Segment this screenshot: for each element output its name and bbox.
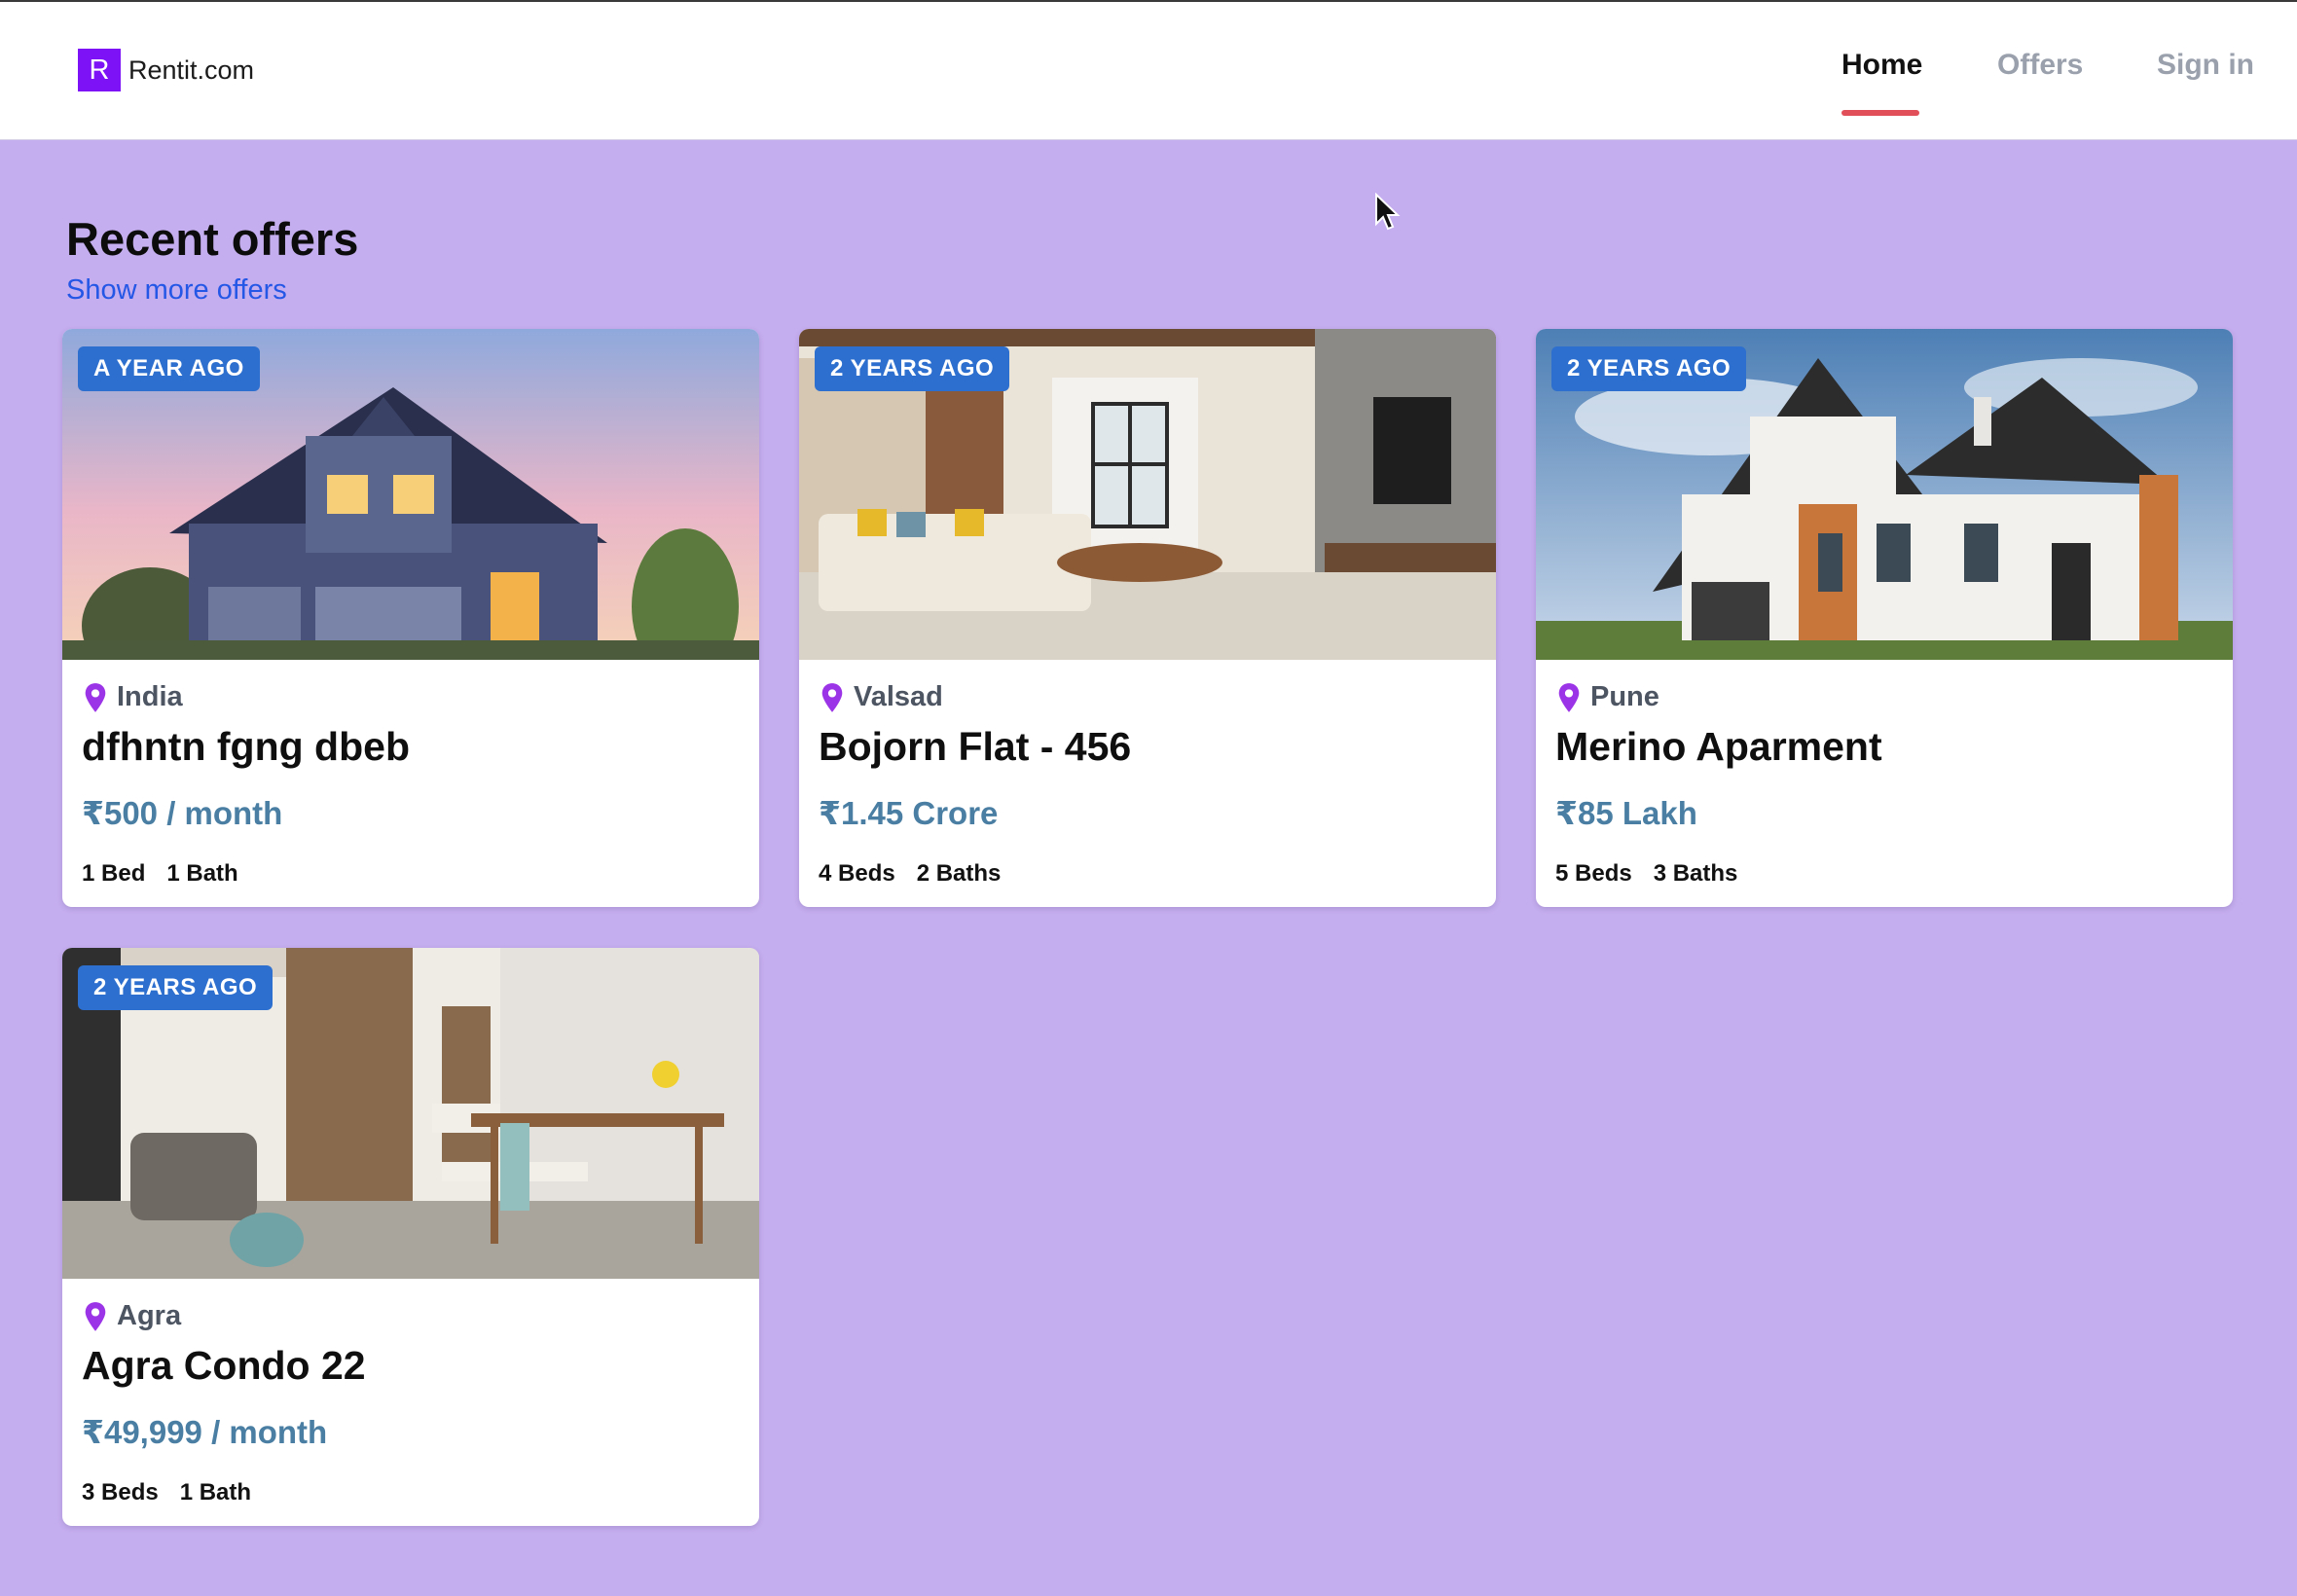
brand-name: Rentit.com [128, 54, 255, 85]
location: Valsad [819, 681, 943, 713]
white-house-image: 2 YEARS AGO [1536, 329, 2233, 660]
location-pin-icon [85, 682, 106, 712]
baths-count: 3 Baths [1653, 860, 1738, 887]
offer-title[interactable]: Merino Aparment [1555, 724, 1882, 770]
logo-badge: R [78, 49, 121, 91]
offer-price: ₹85 Lakh [1555, 795, 1697, 831]
nav-home-link[interactable]: Home [1841, 49, 1922, 82]
offer-card[interactable]: 2 YEARS AGO Agra Agra Condo 22 ₹49,999 /… [62, 948, 759, 1526]
active-nav-indicator [1841, 110, 1919, 116]
location: Pune [1555, 681, 1659, 713]
mouse-cursor-icon [1375, 193, 1401, 231]
nav-signin-link[interactable]: Sign in [2157, 49, 2254, 82]
beds-count: 3 Beds [82, 1479, 159, 1505]
location: India [82, 681, 183, 713]
offer-features: 1 Bed 1 Bath [82, 860, 238, 888]
beds-count: 1 Bed [82, 860, 146, 887]
location-label: Agra [117, 1300, 182, 1331]
location-pin-icon [85, 1301, 106, 1331]
brand-logo[interactable]: R Rentit.com [78, 49, 254, 91]
condo-interior-image: 2 YEARS AGO [62, 948, 759, 1279]
offer-title[interactable]: dfhntn fgng dbeb [82, 724, 410, 770]
beds-count: 5 Beds [1555, 860, 1632, 887]
offer-price: ₹500 / month [82, 795, 283, 831]
location-label: Valsad [854, 681, 943, 712]
offer-features: 3 Beds 1 Bath [82, 1479, 251, 1506]
offer-price: ₹49,999 / month [82, 1414, 328, 1450]
offer-card[interactable]: 2 YEARS AGO Valsad Bojorn Flat - 456 ₹1.… [799, 329, 1496, 907]
nav-offers-link[interactable]: Offers [1997, 49, 2083, 82]
living-room-image: 2 YEARS AGO [799, 329, 1496, 660]
location: Agra [82, 1300, 181, 1332]
location-pin-icon [821, 682, 843, 712]
age-badge: 2 YEARS AGO [815, 346, 1010, 391]
location-label: India [117, 681, 183, 712]
offer-features: 4 Beds 2 Baths [819, 860, 1001, 888]
page-title: Recent offers [66, 213, 359, 265]
offer-card[interactable]: A YEAR AGO India dfhntn fgng dbeb ₹500 /… [62, 329, 759, 907]
offer-features: 5 Beds 3 Baths [1555, 860, 1737, 888]
location-pin-icon [1558, 682, 1580, 712]
offer-title[interactable]: Agra Condo 22 [82, 1343, 366, 1389]
age-badge: 2 YEARS AGO [1551, 346, 1747, 391]
beds-count: 4 Beds [819, 860, 895, 887]
baths-count: 1 Bath [166, 860, 238, 887]
offer-price: ₹1.45 Crore [819, 795, 999, 831]
location-label: Pune [1590, 681, 1659, 712]
offer-title[interactable]: Bojorn Flat - 456 [819, 724, 1131, 770]
baths-count: 1 Bath [179, 1479, 252, 1505]
age-badge: A YEAR AGO [78, 346, 260, 391]
offer-card[interactable]: 2 YEARS AGO Pune Merino Aparment ₹85 Lak… [1536, 329, 2233, 907]
age-badge: 2 YEARS AGO [78, 965, 273, 1010]
top-navbar: R Rentit.com Home Offers Sign in [0, 0, 2297, 140]
baths-count: 2 Baths [916, 860, 1002, 887]
house-exterior-image: A YEAR AGO [62, 329, 759, 660]
show-more-offers-link[interactable]: Show more offers [66, 274, 287, 307]
